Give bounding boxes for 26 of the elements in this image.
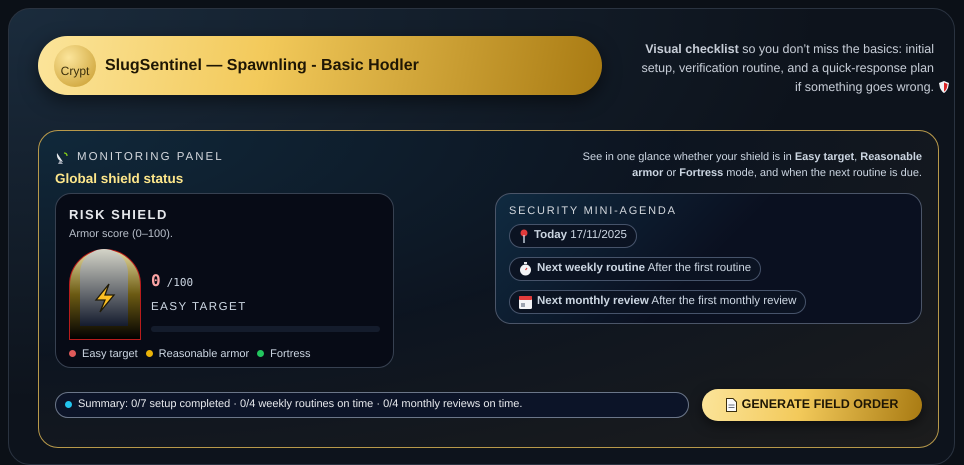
document-icon [726,398,737,412]
legend-label: Easy target [82,346,138,362]
panel-eyebrow: MONITORING PANEL [77,150,224,165]
agenda-title: SECURITY MINI-AGENDA [509,204,678,218]
intro-text: Visual checklist so you don’t miss the basics: initial setup, verification routine, and a quick-response plan if something goes wrong. [640,41,934,96]
agenda-text: Next weekly routine After the first routine [537,261,752,276]
generate-button[interactable]: GENERATE FIELD ORDER [702,388,922,420]
stopwatch-icon [519,262,532,276]
agenda-text: Today 17/11/2025 [534,228,627,244]
calendar-icon [519,295,532,309]
agenda-text: Next monthly review After the first monthly review [537,294,796,310]
legend-label: Fortress [270,346,310,362]
score-value: 0 [151,270,161,292]
mode-label: EASY TARGET [151,300,248,314]
avatar-alt-text: Crypt [60,62,90,80]
score-max: /100 [166,274,194,290]
card-subtitle: Armor score (0–100). [69,227,174,242]
shield-icon [939,81,949,93]
pin-icon [519,229,529,243]
legend-label: Reasonable armor [158,346,250,362]
banner-title: SlugSentinel — Spawnling - Basic Hodler [105,56,419,76]
satellite-dish-icon [55,150,69,165]
panel-title: Global shield status [55,170,184,188]
summary-text: Summary: 0/7 setup completed · 0/4 weekly routines on time · 0/4 monthly reviews on time. [78,397,522,412]
card-title: RISK SHIELD [69,206,169,224]
panel-description: See in one glance whether your shield is in Easy target, Reasonable armor or Fortress mode, and when the next routine is due. [582,150,922,181]
